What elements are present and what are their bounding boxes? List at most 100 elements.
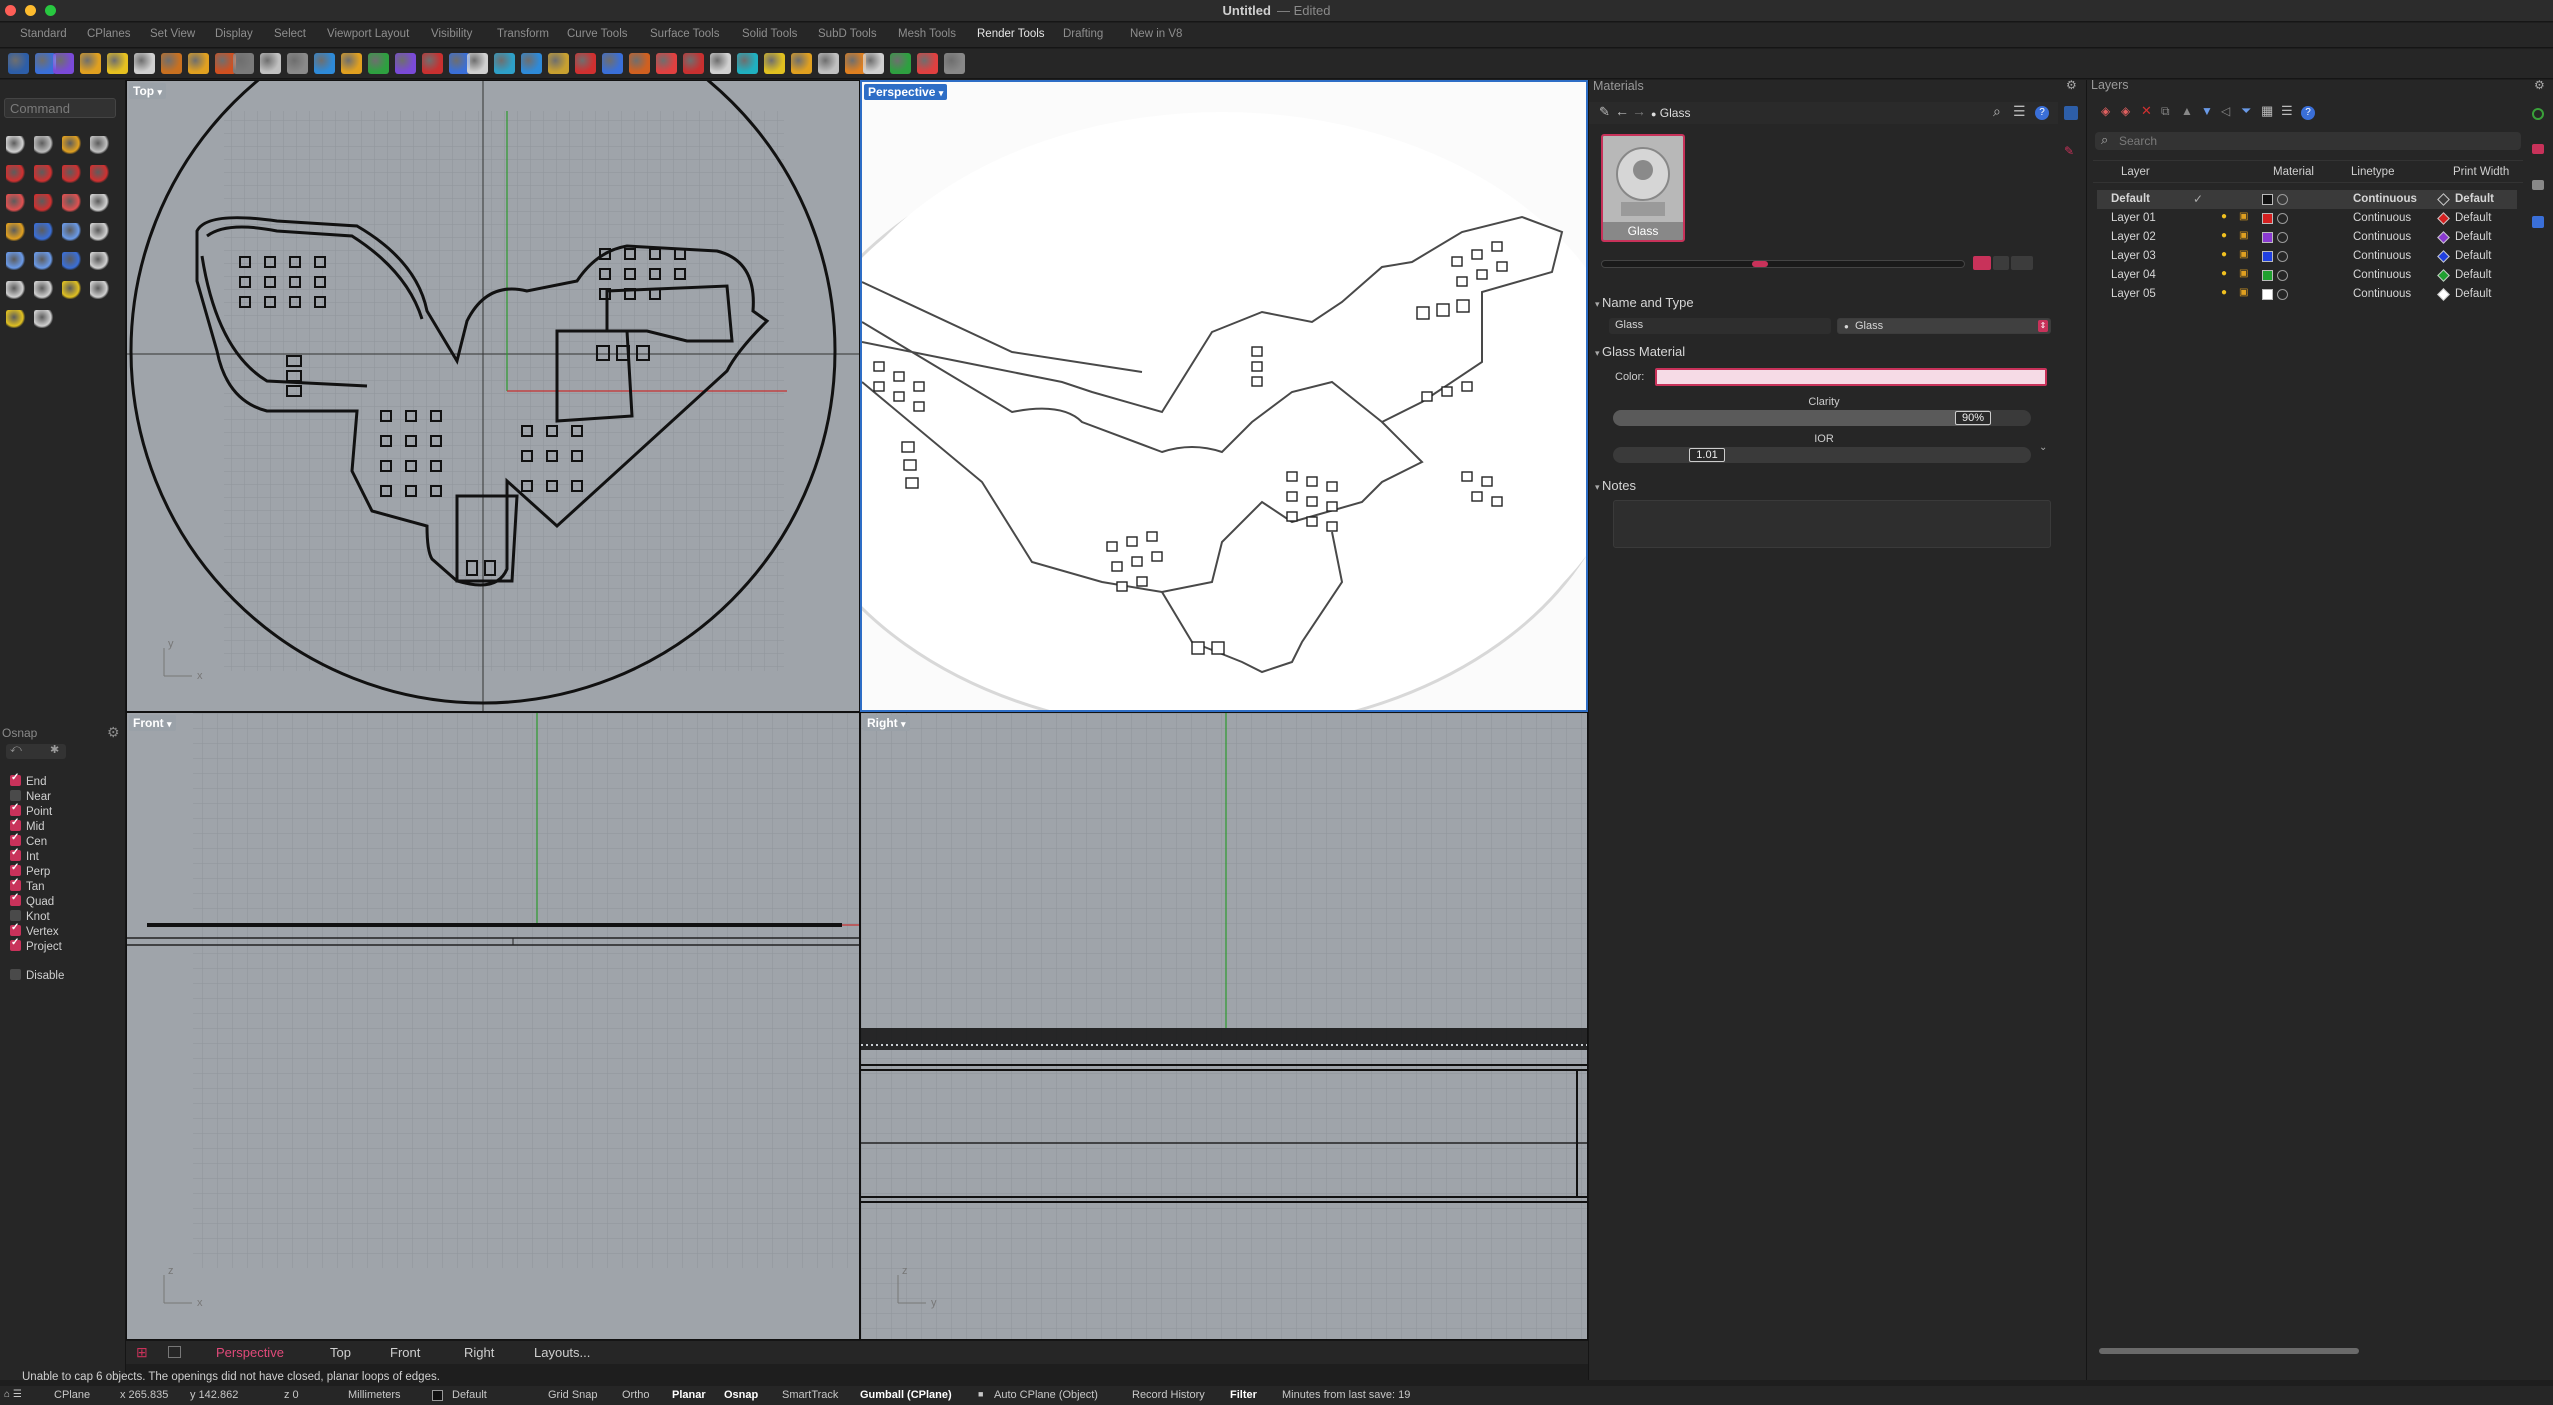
sidebar-tool-icon[interactable] xyxy=(90,223,110,241)
lock-icon[interactable]: ▣ xyxy=(2239,249,2248,260)
eyedropper-icon[interactable]: ✎ xyxy=(1599,104,1610,120)
checkbox[interactable] xyxy=(10,922,21,936)
status-units[interactable]: Millimeters xyxy=(348,1389,401,1401)
layer-name[interactable]: Layer 03 xyxy=(2111,250,2156,262)
status-osnap[interactable]: Osnap xyxy=(724,1389,758,1401)
sidebar-tool-icon[interactable] xyxy=(6,252,26,270)
tab-solid-tools[interactable]: Solid Tools xyxy=(742,28,797,40)
color-swatch[interactable] xyxy=(1655,368,2047,386)
status-record-history[interactable]: Record History xyxy=(1132,1389,1205,1401)
viewport-label-right[interactable]: Right ▾ xyxy=(863,715,910,731)
sidebar-tool-icon[interactable] xyxy=(34,252,54,270)
print-color-diamond-icon[interactable] xyxy=(2437,193,2450,206)
tool-icon[interactable] xyxy=(422,53,443,74)
tab-subd-tools[interactable]: SubD Tools xyxy=(818,28,877,40)
tab-standard[interactable]: Standard xyxy=(20,28,67,40)
chevron-down-icon[interactable]: ▾ xyxy=(939,88,944,98)
slider-handle[interactable] xyxy=(1752,261,1768,267)
back-arrow-icon[interactable]: ← xyxy=(1615,103,1629,119)
sidebar-tool-icon[interactable] xyxy=(62,136,82,154)
material-name-field[interactable]: Glass xyxy=(1609,318,1831,334)
layer-row[interactable]: Layer 05 ● ▣ Continuous Default xyxy=(2097,285,2517,304)
sidebar-tool-icon[interactable] xyxy=(90,136,110,154)
tool-icon[interactable] xyxy=(917,53,938,74)
gear-icon[interactable]: ⚙ xyxy=(2534,78,2545,92)
osnap-filter-icon[interactable]: ✱ xyxy=(50,743,59,756)
tool-icon[interactable] xyxy=(341,53,362,74)
layer-name[interactable]: Layer 02 xyxy=(2111,231,2156,243)
sidebar-tool-icon[interactable] xyxy=(34,136,54,154)
layer-color-swatch[interactable] xyxy=(2262,289,2273,300)
lightbulb-icon[interactable]: ● xyxy=(2221,268,2227,279)
tool-icon[interactable] xyxy=(863,53,884,74)
move-up-icon[interactable]: ▲ xyxy=(2181,104,2193,118)
lightbulb-icon[interactable]: ● xyxy=(2221,211,2227,222)
new-sublayer-icon[interactable]: ◈ xyxy=(2121,104,2130,118)
status-filter[interactable]: Filter xyxy=(1230,1389,1257,1401)
layer-name[interactable]: Layer 01 xyxy=(2111,212,2156,224)
layer-color-swatch[interactable] xyxy=(2262,270,2273,281)
tab-cplanes[interactable]: CPlanes xyxy=(87,28,130,40)
column-header-linetype[interactable]: Linetype xyxy=(2351,166,2394,178)
thumbnail-size-slider[interactable] xyxy=(1601,260,1965,268)
single-viewport-icon[interactable] xyxy=(168,1346,181,1358)
columns-icon[interactable]: ▦ xyxy=(2261,103,2273,119)
layer-search-input[interactable]: ⌕ Search xyxy=(2095,132,2521,150)
status-layer[interactable]: Default xyxy=(452,1389,487,1401)
display-icon[interactable] xyxy=(2532,180,2544,190)
front-viewport-canvas[interactable]: x z xyxy=(127,713,860,1340)
checkbox[interactable] xyxy=(10,847,21,861)
tree-view-icon[interactable] xyxy=(2011,256,2033,270)
tool-icon[interactable] xyxy=(575,53,596,74)
tool-icon[interactable] xyxy=(683,53,704,74)
tool-icon[interactable] xyxy=(656,53,677,74)
gear-icon[interactable]: ⚙ xyxy=(2066,78,2077,92)
search-icon[interactable]: ⌕ xyxy=(1993,103,2001,120)
lightbulb-icon[interactable]: ● xyxy=(2221,230,2227,241)
menu-icon[interactable]: ☰ xyxy=(2013,103,2026,120)
viewport-top[interactable]: x y Top ▾ xyxy=(126,80,860,712)
layer-print-width[interactable]: Default xyxy=(2455,269,2491,281)
osnap-disable[interactable]: Disable xyxy=(10,969,64,983)
sidebar-tool-icon[interactable] xyxy=(90,194,110,212)
tool-icon[interactable] xyxy=(161,53,182,74)
sidebar-tool-icon[interactable] xyxy=(62,252,82,270)
section-name-type[interactable]: ▾ Name and Type xyxy=(1595,295,1694,310)
checkbox[interactable] xyxy=(10,832,21,846)
sidebar-tool-icon[interactable] xyxy=(6,310,26,328)
sidebar-tool-icon[interactable] xyxy=(34,281,54,299)
layer-print-width[interactable]: Default xyxy=(2455,212,2491,224)
tool-icon[interactable] xyxy=(602,53,623,74)
sidebar-tool-icon[interactable] xyxy=(90,281,110,299)
material-circle-icon[interactable] xyxy=(2277,270,2288,281)
pen-icon[interactable]: ✎ xyxy=(2064,144,2074,158)
material-type-select[interactable]: ● Glass ⇕ xyxy=(1837,318,2051,334)
lightbulb-icon[interactable]: ● xyxy=(2221,249,2227,260)
tool-icon[interactable] xyxy=(80,53,101,74)
layer-name[interactable]: Layer 04 xyxy=(2111,269,2156,281)
print-color-diamond-icon[interactable] xyxy=(2437,250,2450,263)
move-down-icon[interactable]: ▼ xyxy=(2201,104,2213,118)
ior-slider[interactable] xyxy=(1613,447,2031,463)
viewport-tab-right[interactable]: Right xyxy=(464,1345,494,1360)
tab-set-view[interactable]: Set View xyxy=(150,28,195,40)
layer-linetype[interactable]: Continuous xyxy=(2353,250,2411,262)
sidebar-tool-icon[interactable] xyxy=(90,165,110,183)
ior-menu-icon[interactable]: ⌄ xyxy=(2039,442,2047,453)
tool-icon[interactable] xyxy=(791,53,812,74)
print-color-diamond-icon[interactable] xyxy=(2437,212,2450,225)
notes-textarea[interactable] xyxy=(1613,500,2051,548)
layer-print-width[interactable]: Default xyxy=(2455,193,2494,205)
tab-transform[interactable]: Transform xyxy=(497,28,549,40)
lock-icon[interactable]: ▣ xyxy=(2239,287,2248,298)
column-header-layer[interactable]: Layer xyxy=(2121,166,2150,178)
viewport-label-perspective[interactable]: Perspective ▾ xyxy=(864,84,948,100)
collapse-icon[interactable]: ◁ xyxy=(2221,104,2230,118)
checkbox[interactable] xyxy=(10,937,21,951)
tool-icon[interactable] xyxy=(944,53,965,74)
lock-icon[interactable]: ▣ xyxy=(2239,211,2248,222)
checkbox[interactable] xyxy=(10,802,21,816)
tab-visibility[interactable]: Visibility xyxy=(431,28,472,40)
sidebar-tool-icon[interactable] xyxy=(6,281,26,299)
chevron-down-icon[interactable]: ▾ xyxy=(167,719,172,729)
